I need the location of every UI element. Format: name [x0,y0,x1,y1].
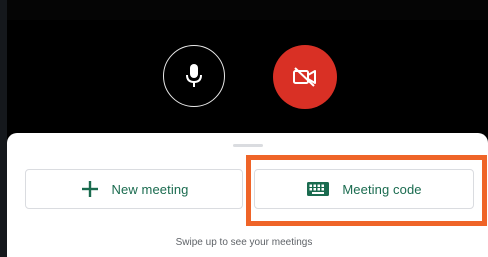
new-meeting-label: New meeting [111,181,189,197]
sheet-drag-handle[interactable] [233,144,263,147]
plus-icon [80,179,100,199]
keyboard-icon [306,181,330,197]
meeting-code-label: Meeting code [342,181,422,197]
microphone-toggle-button[interactable] [163,45,225,107]
microphone-icon [184,63,204,89]
new-meeting-button[interactable]: New meeting [25,169,243,209]
camera-off-icon [292,66,318,88]
edge-strip [0,0,7,257]
swipe-hint: Swipe up to see your meetings [175,237,313,248]
meeting-code-button[interactable]: Meeting code [254,169,474,209]
meet-home-screen: New meeting Meeting code Swipe up to see… [0,0,488,257]
camera-toggle-button[interactable] [273,45,337,109]
top-band [7,0,488,20]
